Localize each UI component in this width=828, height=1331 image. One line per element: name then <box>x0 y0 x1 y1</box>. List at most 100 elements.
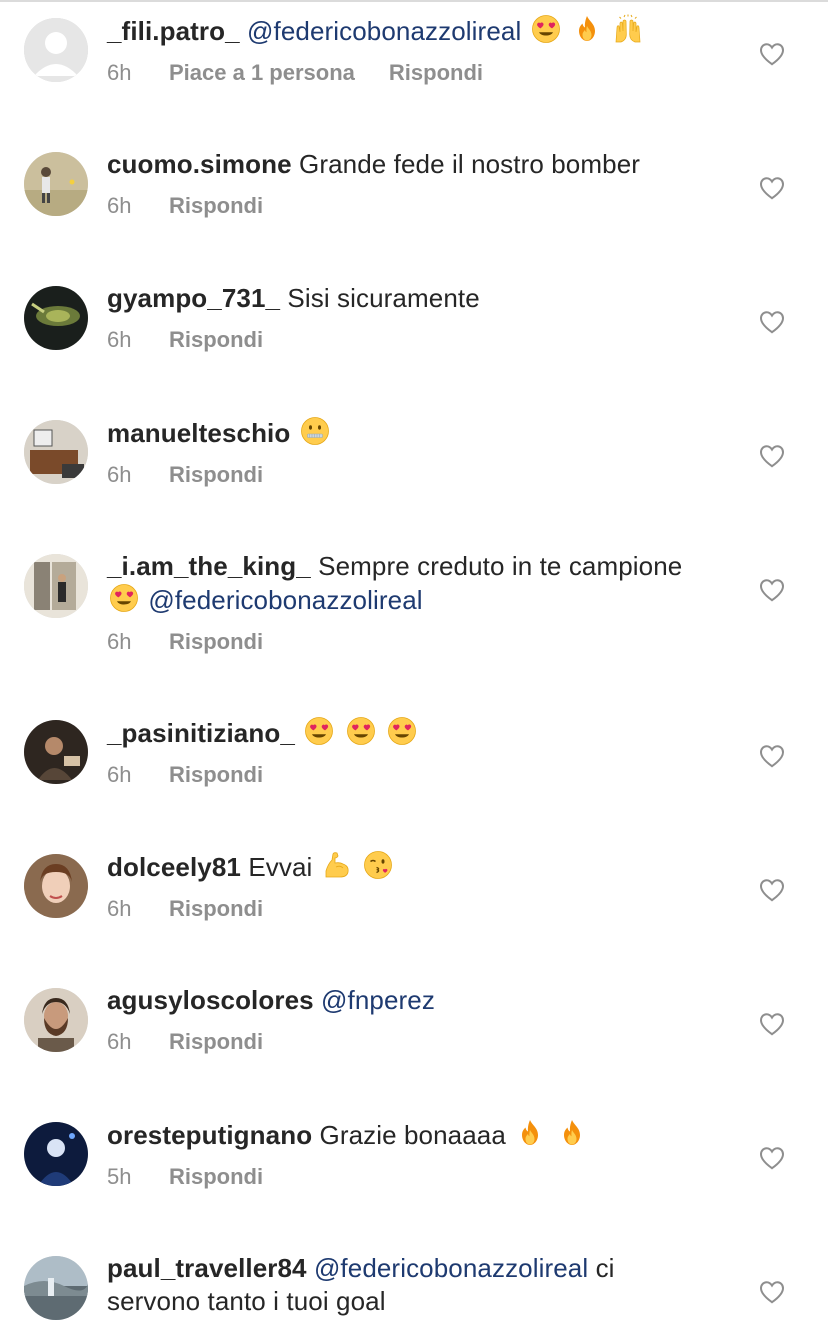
heart-outline-icon[interactable] <box>759 1012 785 1036</box>
comment-meta: 6h Piace a 1 persona Rispondi <box>107 60 707 86</box>
comment-meta: 6h Rispondi <box>107 193 707 219</box>
comment-content: Grande fede il nostro bomber <box>299 149 641 179</box>
fire-emoji-icon <box>572 14 602 44</box>
comment-meta: 6h Rispondi <box>107 629 707 655</box>
comment-username[interactable]: _fili.patro_ <box>107 16 240 46</box>
heart-eyes-emoji-icon <box>109 583 139 613</box>
kissing-face-emoji-icon <box>363 850 393 880</box>
comment-text: manuelteschio <box>107 416 707 450</box>
comment-meta: 6h Rispondi <box>107 896 707 922</box>
heart-outline-icon[interactable] <box>759 744 785 768</box>
zipper-mouth-emoji-icon <box>300 416 330 446</box>
reply-button[interactable]: Rispondi <box>169 193 263 219</box>
comment-body: gyampo_731_ Sisi sicuramente 6h Rispondi <box>107 282 707 353</box>
comment-username[interactable]: _pasinitiziano_ <box>107 718 295 748</box>
comment-text: _pasinitiziano_ <box>107 716 707 750</box>
reply-button[interactable]: Rispondi <box>169 1164 263 1190</box>
comment-body: _fili.patro_ @federicobonazzolireal 6h Pi… <box>107 14 707 86</box>
comment-timestamp: 5h <box>107 1164 132 1189</box>
comment-body: agusyloscolores @fnperez 6h Rispondi <box>107 984 707 1055</box>
heart-outline-icon[interactable] <box>759 176 785 200</box>
comment-text: agusyloscolores @fnperez <box>107 984 707 1017</box>
fire-emoji-icon <box>515 1118 545 1148</box>
comment-body: paul_traveller84 @federicobonazzolireal … <box>107 1252 707 1318</box>
comment-timestamp: 6h <box>107 60 132 85</box>
comment-text: _fili.patro_ @federicobonazzolireal <box>107 14 707 48</box>
mention-link[interactable]: @fnperez <box>321 985 435 1015</box>
comment-timestamp: 6h <box>107 193 132 218</box>
heart-outline-icon[interactable] <box>759 878 785 902</box>
heart-eyes-emoji-icon <box>346 716 376 746</box>
comment-timestamp: 6h <box>107 327 132 352</box>
heart-outline-icon[interactable] <box>759 444 785 468</box>
comment-username[interactable]: gyampo_731_ <box>107 283 280 313</box>
fire-emoji-icon <box>557 1118 587 1148</box>
comment-timestamp: 6h <box>107 762 132 787</box>
comment-body: oresteputignano Grazie bonaaaa 5h Rispond… <box>107 1118 707 1190</box>
avatar[interactable] <box>24 286 88 350</box>
avatar[interactable] <box>24 854 88 918</box>
reply-button[interactable]: Rispondi <box>169 896 263 922</box>
comment-content: Evvai <box>248 852 313 882</box>
mention-link[interactable]: @federicobonazzolireal <box>314 1253 588 1283</box>
reply-button[interactable]: Rispondi <box>389 60 483 86</box>
comment-meta: 6h Rispondi <box>107 1029 707 1055</box>
comment-meta: 5h Rispondi <box>107 1164 707 1190</box>
comment-body: manuelteschio 6h Rispondi <box>107 416 707 488</box>
comment-username[interactable]: oresteputignano <box>107 1120 312 1150</box>
comment-username[interactable]: _i.am_the_king_ <box>107 551 311 581</box>
comment-text: _i.am_the_king_ Sempre creduto in te cam… <box>107 550 707 617</box>
reply-button[interactable]: Rispondi <box>169 462 263 488</box>
comment-timestamp: 6h <box>107 1029 132 1054</box>
comment-text: dolceely81 Evvai <box>107 850 707 884</box>
avatar[interactable] <box>24 1256 88 1320</box>
heart-outline-icon[interactable] <box>759 310 785 334</box>
comment-meta: 6h Rispondi <box>107 762 707 788</box>
heart-outline-icon[interactable] <box>759 1146 785 1170</box>
comment-meta: 6h Rispondi <box>107 462 707 488</box>
comment-text: oresteputignano Grazie bonaaaa <box>107 1118 707 1152</box>
comment-content: Sisi sicuramente <box>287 283 480 313</box>
comment-text: paul_traveller84 @federicobonazzolireal … <box>107 1252 707 1318</box>
mention-link[interactable]: @federicobonazzolireal <box>148 585 422 615</box>
heart-eyes-emoji-icon <box>387 716 417 746</box>
reply-button[interactable]: Rispondi <box>169 327 263 353</box>
reply-button[interactable]: Rispondi <box>169 629 263 655</box>
comment-likes-count[interactable]: Piace a 1 persona <box>169 60 355 86</box>
flexed-biceps-emoji-icon <box>322 850 352 880</box>
avatar[interactable] <box>24 152 88 216</box>
heart-outline-icon[interactable] <box>759 578 785 602</box>
raised-hands-emoji-icon <box>613 14 643 44</box>
comment-username[interactable]: manuelteschio <box>107 418 290 448</box>
comment-body: dolceely81 Evvai 6h Rispondi <box>107 850 707 922</box>
comment-body: cuomo.simone Grande fede il nostro bombe… <box>107 148 707 219</box>
comment-username[interactable]: cuomo.simone <box>107 149 292 179</box>
avatar[interactable] <box>24 554 88 618</box>
avatar[interactable] <box>24 720 88 784</box>
heart-eyes-emoji-icon <box>304 716 334 746</box>
comment-content: Sempre creduto in te campione <box>318 551 683 581</box>
comment-timestamp: 6h <box>107 462 132 487</box>
heart-outline-icon[interactable] <box>759 1280 785 1304</box>
comment-username[interactable]: paul_traveller84 <box>107 1253 307 1283</box>
comment-username[interactable]: agusyloscolores <box>107 985 314 1015</box>
comment-username[interactable]: dolceely81 <box>107 852 241 882</box>
comment-body: _i.am_the_king_ Sempre creduto in te cam… <box>107 550 707 655</box>
avatar[interactable] <box>24 1122 88 1186</box>
reply-button[interactable]: Rispondi <box>169 762 263 788</box>
reply-button[interactable]: Rispondi <box>169 1029 263 1055</box>
top-divider <box>0 0 828 2</box>
comment-text: gyampo_731_ Sisi sicuramente <box>107 282 707 315</box>
comment-text: cuomo.simone Grande fede il nostro bombe… <box>107 148 707 181</box>
comment-meta: 6h Rispondi <box>107 327 707 353</box>
mention-link[interactable]: @federicobonazzolireal <box>247 16 521 46</box>
avatar[interactable] <box>24 988 88 1052</box>
comment-timestamp: 6h <box>107 629 132 654</box>
comment-body: _pasinitiziano_ 6h Rispondi <box>107 716 707 788</box>
default-avatar-icon[interactable] <box>24 18 88 82</box>
heart-eyes-emoji-icon <box>531 14 561 44</box>
comment-content: Grazie bonaaaa <box>319 1120 506 1150</box>
comment-timestamp: 6h <box>107 896 132 921</box>
avatar[interactable] <box>24 420 88 484</box>
heart-outline-icon[interactable] <box>759 42 785 66</box>
